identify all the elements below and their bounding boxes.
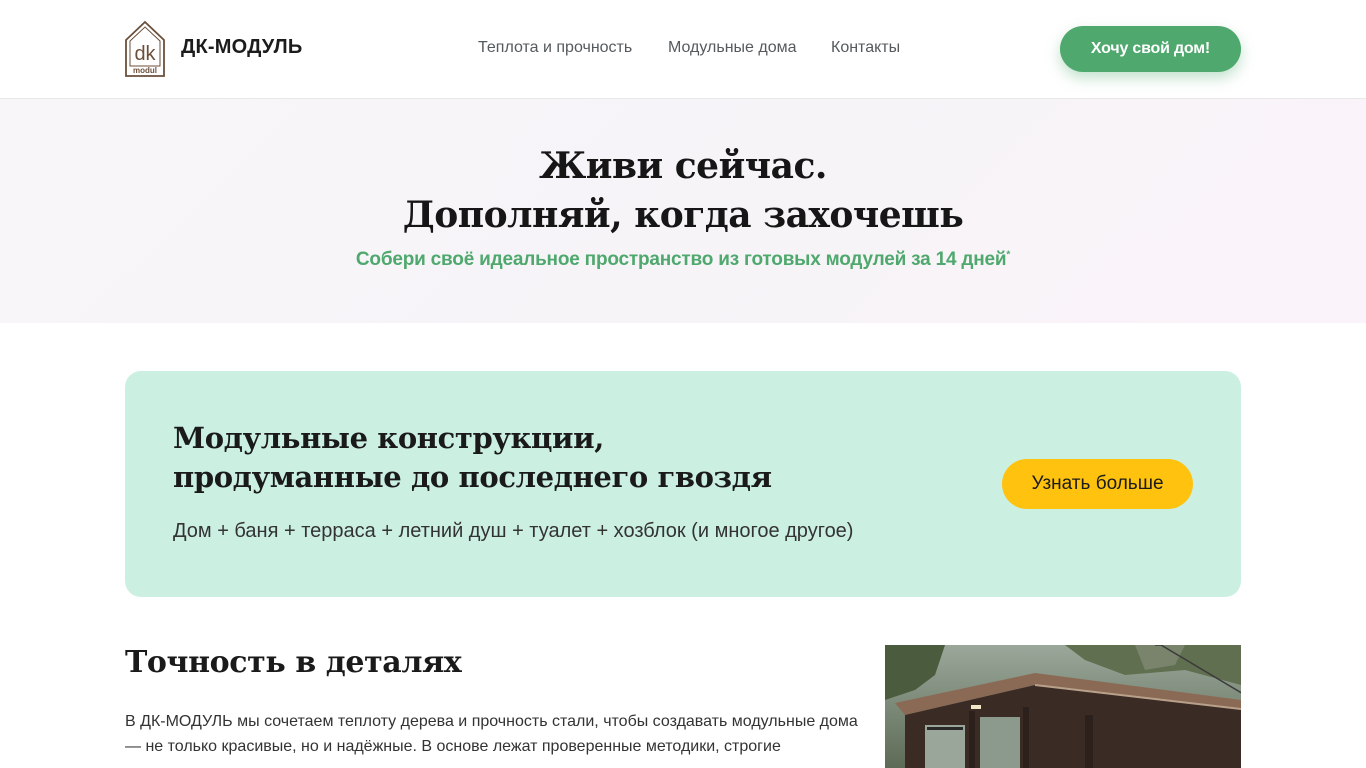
nav-link-modular-houses[interactable]: Модульные дома (668, 39, 797, 57)
card-title-line2: продуманные до последнего гвоздя (173, 460, 772, 494)
modular-promo-card: Модульные конструкции, продуманные до по… (125, 371, 1241, 597)
logo-caption: modul (133, 66, 157, 75)
hero-title: Живи сейчас. Дополняй, когда захочешь (0, 142, 1366, 240)
hero-subtitle: Собери своё идеальное пространство из го… (0, 249, 1366, 271)
nav-link-warmth[interactable]: Теплота и прочность (478, 39, 632, 57)
footnote-mark: * (1006, 249, 1011, 261)
hero-section: Живи сейчас. Дополняй, когда захочешь Со… (0, 99, 1366, 323)
hero-subtitle-text: Собери своё идеальное пространство из го… (355, 249, 1007, 270)
card-description: Дом + баня + терраса + летний душ + туал… (173, 520, 854, 542)
card-title-line1: Модульные конструкции, (173, 421, 604, 455)
section-title: Точность в деталях (125, 645, 462, 680)
house-photo-illustration (885, 645, 1241, 768)
nav-link-contacts[interactable]: Контакты (831, 39, 900, 57)
card-title: Модульные конструкции, продуманные до по… (173, 419, 933, 497)
want-house-button[interactable]: Хочу свой дом! (1060, 26, 1241, 72)
site-header: dk modul ДК-МОДУЛЬ Теплота и прочность М… (0, 0, 1366, 99)
section-text: В ДК-МОДУЛЬ мы сочетаем теплоту дерева и… (125, 713, 858, 755)
learn-more-button[interactable]: Узнать больше (1002, 459, 1193, 509)
hero-title-line1: Живи сейчас. (539, 145, 827, 187)
house-photo (885, 645, 1241, 768)
hero-title-line2: Дополняй, когда захочешь (402, 194, 964, 236)
